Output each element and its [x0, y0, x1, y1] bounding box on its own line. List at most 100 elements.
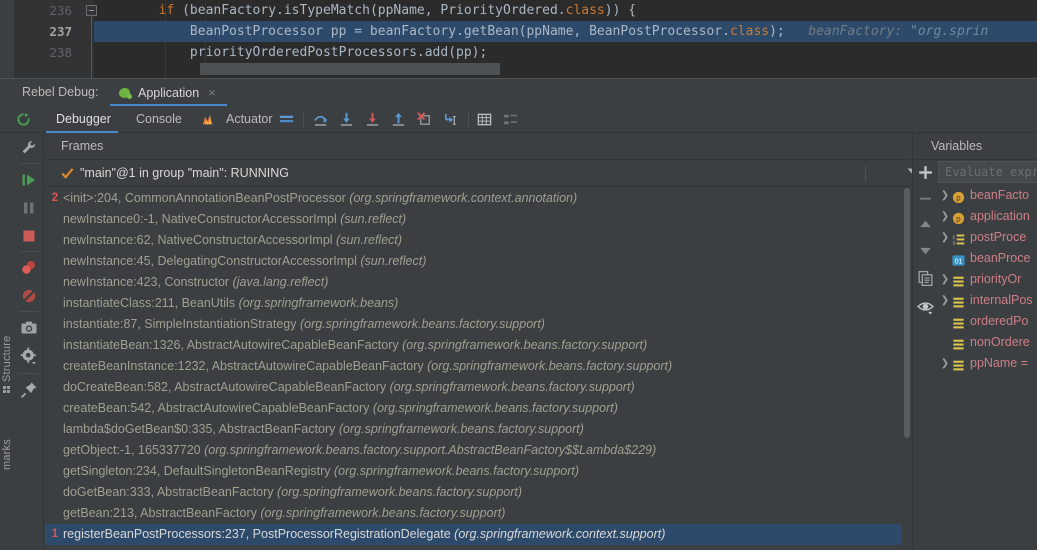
run-label: Rebel Debug:: [22, 85, 99, 99]
frame-row[interactable]: getBean:213, AbstractBeanFactory (org.sp…: [45, 503, 911, 524]
frame-row[interactable]: 2 <init>:204, CommonAnnotationBeanPostPro…: [45, 188, 911, 209]
local-variable-icon: [952, 273, 965, 287]
frame-method: createBean:542, AbstractAutowireCapableB…: [63, 401, 373, 415]
move-down-icon[interactable]: [917, 242, 934, 259]
frame-row[interactable]: doGetBean:333, AbstractBeanFactory (org.…: [45, 482, 911, 503]
close-icon[interactable]: ×: [208, 86, 216, 99]
inspect-eye-icon[interactable]: [917, 298, 934, 315]
sidebar-item-structure[interactable]: Structure: [0, 323, 15, 393]
variable-row[interactable]: ❯ ppName =: [938, 353, 1037, 374]
step-into-icon[interactable]: [338, 111, 355, 128]
variable-row[interactable]: ❯ p application: [938, 206, 1037, 227]
frame-row[interactable]: instantiateClass:211, BeanUtils (org.spr…: [45, 293, 911, 314]
variable-row[interactable]: 01 beanProce: [938, 248, 1037, 269]
frame-row[interactable]: createBean:542, AbstractAutowireCapableB…: [45, 398, 911, 419]
force-step-into-icon[interactable]: [364, 111, 381, 128]
frame-package: (org.springframework.context.annotation): [349, 191, 578, 205]
actuator-icon: [202, 114, 213, 125]
expand-chevron-icon[interactable]: ❯: [938, 353, 952, 374]
resume-program-icon[interactable]: [20, 171, 38, 189]
frame-method: instantiate:87, SimpleInstantiationStrat…: [63, 317, 300, 331]
tab-actuator[interactable]: Actuator: [218, 106, 281, 133]
frame-row[interactable]: newInstance:45, DelegatingConstructorAcc…: [45, 251, 911, 272]
settings-gear-icon[interactable]: [20, 347, 38, 365]
variables-list[interactable]: ❯ p beanFacto ❯ p application ❯ 1 3 postProce 01 be…: [938, 185, 1037, 505]
run-to-cursor-icon[interactable]: [442, 111, 459, 128]
remove-watch-icon[interactable]: [917, 190, 934, 207]
variable-name: nonOrdere: [970, 335, 1030, 349]
code-editor[interactable]: 236 if (beanFactory.isTypeMatch(ppName, …: [0, 0, 1037, 78]
camera-snapshot-icon[interactable]: [20, 319, 38, 337]
variable-row[interactable]: ❯ p beanFacto: [938, 185, 1037, 206]
mute-breakpoints-icon[interactable]: [20, 287, 38, 305]
expand-chevron-icon[interactable]: ❯: [938, 185, 952, 206]
spring-boot-icon: [119, 86, 133, 100]
drop-frame-icon[interactable]: [416, 111, 433, 128]
debugger-toolbar: Debugger Console Actuator: [0, 106, 1037, 133]
code-line[interactable]: 238 priorityOrderedPostProcessors.add(pp…: [0, 42, 1037, 63]
line-text: if (beanFactory.isTypeMatch(ppName, Prio…: [158, 3, 637, 18]
expand-chevron-icon[interactable]: ❯: [938, 227, 952, 248]
tab-debugger[interactable]: Debugger: [48, 106, 119, 133]
frame-row[interactable]: doCreateBean:582, AbstractAutowireCapabl…: [45, 377, 911, 398]
view-breakpoints-icon[interactable]: [20, 259, 38, 277]
tab-application-label: Application: [138, 85, 200, 100]
svg-text:1: 1: [952, 235, 955, 240]
toolbar-separator: [303, 112, 304, 127]
frame-row[interactable]: createBeanInstance:1232, AbstractAutowir…: [45, 356, 911, 377]
frame-package: (sun.reflect): [360, 254, 427, 268]
sidebar-item-bookmarks[interactable]: marks: [0, 418, 15, 470]
frame-method: instantiateClass:211, BeanUtils: [63, 296, 239, 310]
show-execution-point-icon[interactable]: [278, 111, 295, 128]
parameter-icon: p: [952, 210, 965, 225]
add-watch-icon[interactable]: [917, 164, 934, 181]
frame-row[interactable]: lambda$doGetBean$0:335, AbstractBeanFact…: [45, 419, 911, 440]
pause-program-icon[interactable]: [20, 199, 38, 217]
code-line[interactable]: 236 if (beanFactory.isTypeMatch(ppName, …: [0, 0, 1037, 21]
move-up-icon[interactable]: [917, 216, 934, 233]
frames-scrollbar[interactable]: [902, 188, 911, 550]
line-number: 238: [49, 45, 72, 60]
frame-badge: 2: [51, 192, 59, 204]
tab-console[interactable]: Console: [128, 106, 190, 133]
variable-row[interactable]: orderedPo: [938, 311, 1037, 332]
frame-method: getBean:213, AbstractBeanFactory: [63, 506, 261, 520]
settings-wrench-icon[interactable]: [20, 139, 38, 157]
frame-method: doCreateBean:582, AbstractAutowireCapabl…: [63, 380, 390, 394]
expand-chevron-icon[interactable]: ❯: [938, 269, 952, 290]
frames-list[interactable]: 2 <init>:204, CommonAnnotationBeanPostPro…: [45, 188, 911, 550]
copy-value-icon[interactable]: [917, 270, 934, 287]
variable-row[interactable]: ❯ 1 3 postProce: [938, 227, 1037, 248]
code-line-current[interactable]: 237 BeanPostProcessor pp = beanFactory.g…: [0, 21, 1037, 42]
variable-row[interactable]: ❯ internalPos: [938, 290, 1037, 311]
variables-action-rail: [913, 160, 938, 550]
thread-selector[interactable]: "main"@1 in group "main": RUNNING: [45, 160, 911, 187]
pin-tab-icon[interactable]: [20, 381, 38, 399]
variable-name: beanProce: [970, 251, 1031, 265]
stop-program-icon[interactable]: [20, 227, 38, 245]
variable-row[interactable]: ❯ priorityOr: [938, 269, 1037, 290]
frame-row[interactable]: newInstance:62, NativeConstructorAccesso…: [45, 230, 911, 251]
variables-header: Variables: [913, 133, 1037, 160]
tool-window-left-edge: Structure marks: [0, 133, 14, 550]
step-out-icon[interactable]: [390, 111, 407, 128]
variable-row[interactable]: nonOrdere: [938, 332, 1037, 353]
frame-row[interactable]: newInstance0:-1, NativeConstructorAccess…: [45, 209, 911, 230]
expand-chevron-icon[interactable]: ❯: [938, 206, 952, 227]
frame-row-selected[interactable]: 1 registerBeanPostProcessors:237, PostPro…: [45, 524, 911, 545]
frame-row[interactable]: getSingleton:234, DefaultSingletonBeanRe…: [45, 461, 911, 482]
expand-chevron-icon[interactable]: ❯: [938, 290, 952, 311]
frame-method: instantiateBean:1326, AbstractAutowireCa…: [63, 338, 403, 352]
tab-application[interactable]: Application ×: [113, 79, 222, 106]
frame-row[interactable]: newInstance:423, Constructor (java.lang.…: [45, 272, 911, 293]
frame-method: doGetBean:333, AbstractBeanFactory: [63, 485, 278, 499]
step-over-icon[interactable]: [312, 111, 329, 128]
layout-settings-icon[interactable]: [502, 111, 519, 128]
frame-row[interactable]: instantiate:87, SimpleInstantiationStrat…: [45, 314, 911, 335]
frame-row[interactable]: instantiateBean:1326, AbstractAutowireCa…: [45, 335, 911, 356]
evaluate-placeholder: Evaluate expre: [945, 165, 1037, 179]
evaluate-expression-input[interactable]: Evaluate expre: [938, 161, 1037, 183]
rerun-icon[interactable]: [16, 112, 31, 127]
frame-row[interactable]: getObject:-1, 165337720 (org.springframe…: [45, 440, 911, 461]
evaluate-expression-icon[interactable]: [476, 111, 493, 128]
